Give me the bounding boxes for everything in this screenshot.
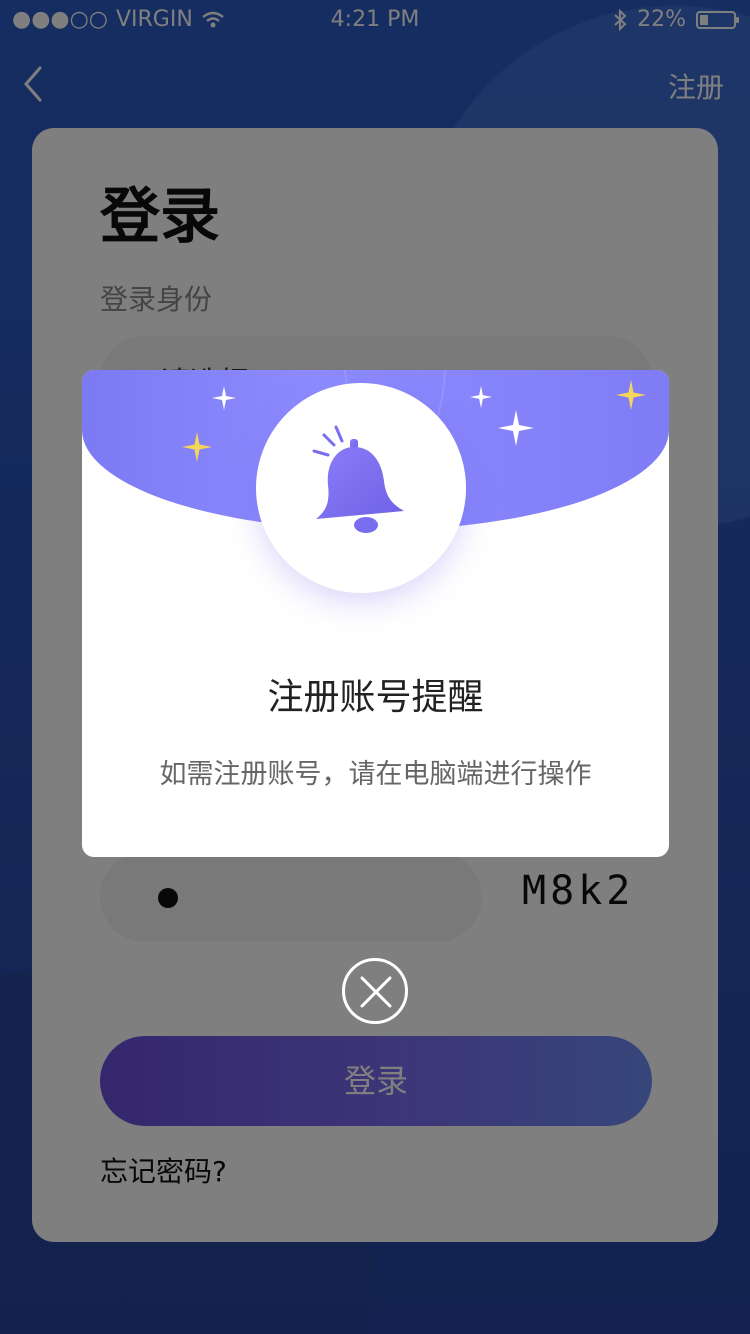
sparkle-icon [212,386,236,410]
register-reminder-dialog: 注册账号提醒 如需注册账号，请在电脑端进行操作 [82,370,669,857]
bell-icon-circle [256,383,466,593]
bell-icon [312,425,404,533]
close-icon [360,976,392,1008]
sparkle-icon [182,432,212,462]
sparkle-icon [498,410,534,446]
sparkle-icon [616,380,646,410]
close-dialog-button[interactable] [342,958,408,1024]
dialog-title: 注册账号提醒 [267,677,484,718]
sparkle-icon [470,386,492,408]
dialog-message: 如需注册账号，请在电脑端进行操作 [159,759,592,790]
